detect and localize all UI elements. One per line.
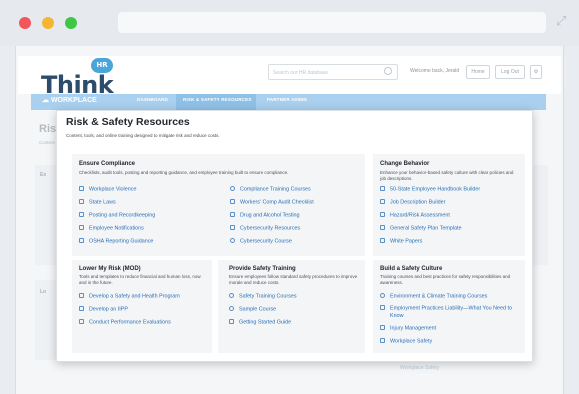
background-card <box>35 165 57 265</box>
cloud-icon: ☁ <box>42 97 51 104</box>
card-title: Lower My Risk (MOD) <box>79 266 141 272</box>
link-cybersecurity-resources[interactable]: Cybersecurity Resources <box>230 225 300 233</box>
link-state-laws[interactable]: State Laws <box>79 199 116 207</box>
minimize-window-button[interactable] <box>42 17 54 29</box>
play-icon <box>230 238 235 243</box>
link-drug-alcohol-testing[interactable]: Drug and Alcohol Testing <box>230 212 300 220</box>
document-icon <box>380 186 385 191</box>
document-icon <box>380 338 385 343</box>
link-environment-climate[interactable]: Environment & Climate Training Courses <box>380 293 487 301</box>
link-employee-notifications[interactable]: Employee Notifications <box>79 225 144 233</box>
play-icon <box>230 186 235 191</box>
document-icon <box>380 225 385 230</box>
link-osha-reporting[interactable]: OSHA Reporting Guidance <box>79 238 153 246</box>
card-description: Training courses and best practices for … <box>380 274 511 285</box>
background-text: Ex <box>40 172 47 178</box>
checklist-icon <box>79 319 84 324</box>
link-hazard-risk-assessment[interactable]: Hazard/Risk Assessment <box>380 212 450 220</box>
play-icon <box>380 293 385 298</box>
document-icon <box>380 305 385 310</box>
dropdown-title: Risk & Safety Resources <box>66 116 190 128</box>
card-description: Ensure employees follow standard safety … <box>229 274 358 285</box>
document-icon <box>229 319 234 324</box>
link-workplace-violence[interactable]: Workplace Violence <box>79 186 136 194</box>
link-workplace-safety[interactable]: Workplace Safety <box>380 338 432 346</box>
document-icon <box>380 325 385 330</box>
link-workers-comp-audit[interactable]: Workers' Comp Audit Checklist <box>230 199 314 207</box>
expand-icon[interactable]: ⤢ <box>556 14 570 28</box>
checklist-icon <box>380 212 385 217</box>
welcome-text: Welcome back, Jerald <box>410 68 460 74</box>
dropdown-subtitle: Content, tools, and online training desi… <box>66 133 220 138</box>
home-button[interactable]: Home <box>466 65 490 79</box>
document-icon <box>380 199 385 204</box>
document-icon <box>79 238 84 243</box>
nav-risk-safety[interactable]: RISK & SAFETY RESOURCES <box>183 97 252 102</box>
link-white-papers[interactable]: White Papers <box>380 238 422 246</box>
document-icon <box>230 225 235 230</box>
document-icon <box>79 212 84 217</box>
card-title: Provide Safety Training <box>229 266 296 272</box>
close-window-button[interactable] <box>19 17 31 29</box>
search-input[interactable]: Search our HR database <box>268 64 398 80</box>
document-icon <box>79 199 84 204</box>
link-performance-evaluations[interactable]: Conduct Performance Evaluations <box>79 319 171 327</box>
logout-button[interactable]: Log Out <box>495 65 525 79</box>
card-title: Change Behavior <box>380 161 430 167</box>
link-posting-recordkeeping[interactable]: Posting and Recordkeeping <box>79 212 155 220</box>
link-safety-health-program[interactable]: Develop a Safety and Health Program <box>79 293 180 301</box>
background-text: Lo <box>40 289 47 295</box>
card-title: Ensure Compliance <box>79 161 136 167</box>
card-description: Enhance your behavior-based safety cultu… <box>380 170 514 181</box>
document-icon <box>79 186 84 191</box>
settings-button[interactable]: ⚙ <box>530 65 542 79</box>
nav-partner-admin[interactable]: PARTNER ADMIN <box>267 97 307 102</box>
play-icon <box>229 293 234 298</box>
nav-workplace[interactable]: ☁ WORKPLACE <box>42 96 97 104</box>
link-getting-started-guide[interactable]: Getting Started Guide <box>229 319 291 327</box>
link-cybersecurity-course[interactable]: Cybersecurity Course <box>230 238 292 246</box>
link-safety-training-courses[interactable]: Safety Training Courses <box>229 293 297 301</box>
card-title: Build a Safety Culture <box>380 266 443 272</box>
link-compliance-training[interactable]: Compliance Training Courses <box>230 186 311 194</box>
document-icon <box>79 306 84 311</box>
background-link-workplace-safety: Workplace Safety <box>400 365 440 371</box>
link-employment-practices[interactable]: Employment Practices Liability—What You … <box>380 305 520 320</box>
maximize-window-button[interactable] <box>65 17 77 29</box>
link-safety-plan-template[interactable]: General Safety Plan Template <box>380 225 462 233</box>
document-icon <box>79 225 84 230</box>
link-handbook-builder[interactable]: 50-State Employee Handbook Builder <box>380 186 480 194</box>
card-description: Checklists, audit tools, posting and rep… <box>79 170 289 175</box>
nav-dashboard[interactable]: DASHBOARD <box>137 97 168 102</box>
link-job-description-builder[interactable]: Job Description Builder <box>380 199 445 207</box>
card-description: Tools and templates to reduce financial … <box>79 274 201 285</box>
browser-chrome: ⤢ <box>0 0 579 46</box>
background-subtitle: Content <box>39 140 55 145</box>
checklist-icon <box>230 199 235 204</box>
link-sample-course[interactable]: Sample Course <box>229 306 276 314</box>
address-bar[interactable] <box>118 12 546 33</box>
link-injury-management[interactable]: Injury Management <box>380 325 436 333</box>
play-icon <box>229 306 234 311</box>
link-develop-iipp[interactable]: Develop an IIPP <box>79 306 128 314</box>
document-icon <box>79 293 84 298</box>
logo-badge: HR <box>91 58 113 73</box>
document-icon <box>230 212 235 217</box>
search-icon[interactable] <box>384 67 392 75</box>
document-icon <box>380 238 385 243</box>
